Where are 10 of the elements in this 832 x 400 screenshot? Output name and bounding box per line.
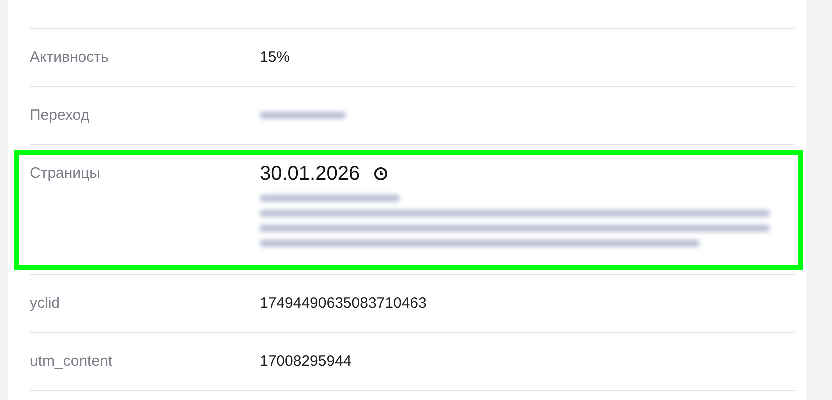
field-label: Переход: [30, 108, 91, 124]
field-label: Активность: [30, 50, 110, 66]
field-label: utm_content: [30, 354, 114, 370]
field-label: yclid: [30, 296, 62, 312]
date-text: 30.01.2026: [260, 163, 360, 185]
field-value: 17008295944: [260, 354, 353, 370]
field-value: 15%: [260, 50, 292, 66]
clock-icon[interactable]: [374, 167, 388, 181]
field-value: 17494490635083710463: [260, 296, 428, 312]
field-label: Страницы: [30, 166, 102, 182]
